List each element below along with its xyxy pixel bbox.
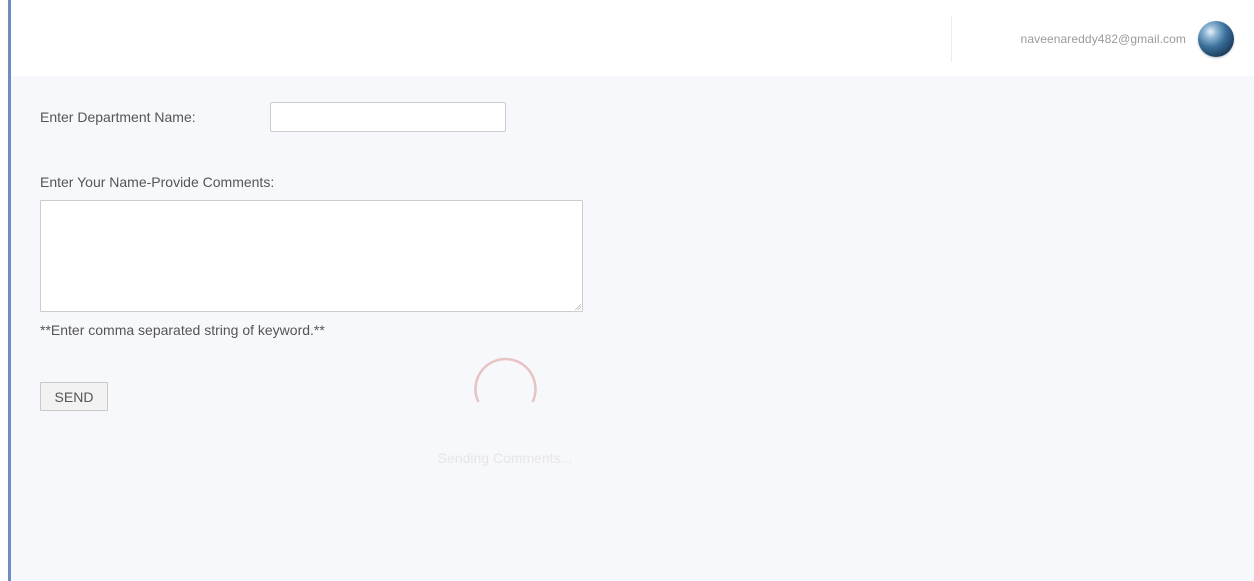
user-email[interactable]: naveenareddy482@gmail.com bbox=[1021, 32, 1186, 46]
send-button[interactable]: SEND bbox=[40, 382, 108, 411]
main-content: Enter Department Name: Enter Your Name-P… bbox=[11, 76, 1254, 581]
navbar-divider bbox=[951, 16, 952, 62]
spinner-icon bbox=[474, 357, 537, 403]
keyword-hint: **Enter comma separated string of keywor… bbox=[40, 322, 325, 338]
sending-status-text: Sending Comments... bbox=[437, 450, 573, 466]
department-name-input[interactable] bbox=[270, 102, 506, 132]
comments-textarea[interactable] bbox=[40, 200, 583, 312]
user-avatar-icon[interactable] bbox=[1198, 21, 1234, 57]
textarea-resize-handle[interactable] bbox=[574, 303, 581, 310]
comments-label: Enter Your Name-Provide Comments: bbox=[40, 174, 275, 190]
department-name-label: Enter Department Name: bbox=[40, 109, 196, 125]
top-navbar: naveenareddy482@gmail.com bbox=[11, 0, 1254, 76]
